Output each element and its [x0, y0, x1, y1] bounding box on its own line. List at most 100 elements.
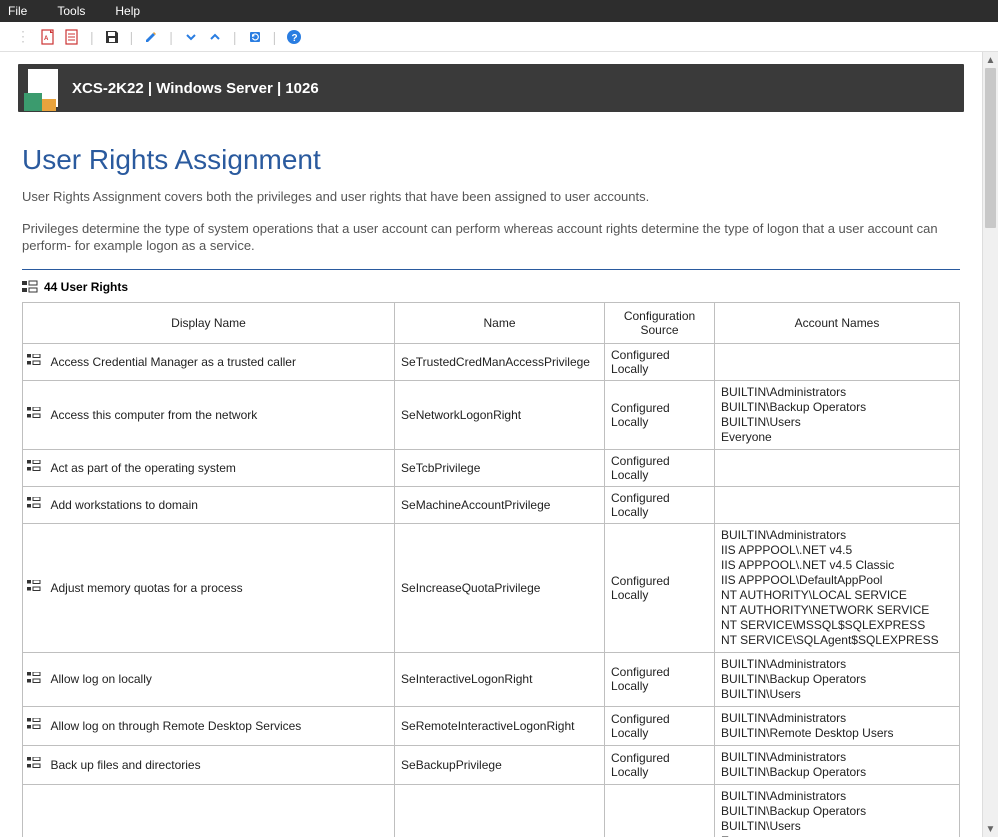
- cell-configuration-source: Configured Locally: [605, 784, 715, 837]
- cell-account-names: BUILTIN\AdministratorsBUILTIN\Backup Ope…: [715, 652, 960, 706]
- vertical-scrollbar[interactable]: ▲ ▼: [982, 52, 998, 837]
- menubar: File Tools Help: [0, 0, 998, 22]
- user-right-icon: [27, 407, 41, 419]
- help-icon[interactable]: ?: [284, 27, 304, 47]
- scroll-up-icon[interactable]: ▲: [983, 52, 998, 68]
- cell-display-name: Adjust memory quotas for a process: [45, 523, 395, 652]
- rights-section-icon: [22, 280, 38, 294]
- section-count-label: 44 User Rights: [44, 280, 128, 294]
- server-logo-icon: [28, 69, 58, 107]
- user-rights-table: Display Name Name Configuration Source A…: [22, 302, 960, 837]
- table-row[interactable]: Access Credential Manager as a trusted c…: [23, 343, 960, 380]
- row-icon-cell: [23, 343, 45, 380]
- cell-display-name: Back up files and directories: [45, 745, 395, 784]
- cell-display-name: Access this computer from the network: [45, 380, 395, 449]
- cell-configuration-source: Configured Locally: [605, 449, 715, 486]
- svg-text:?: ?: [292, 33, 298, 44]
- cell-display-name: Act as part of the operating system: [45, 449, 395, 486]
- cell-name: SeChangeNotifyPrivilege: [395, 784, 605, 837]
- cell-account-names: BUILTIN\AdministratorsBUILTIN\Remote Des…: [715, 706, 960, 745]
- table-row[interactable]: Act as part of the operating systemSeTcb…: [23, 449, 960, 486]
- table-row[interactable]: Bypass traverse checkingSeChangeNotifyPr…: [23, 784, 960, 837]
- pdf-icon[interactable]: A: [38, 27, 58, 47]
- col-name[interactable]: Name: [395, 302, 605, 343]
- scroll-thumb[interactable]: [985, 68, 996, 228]
- toolbar-separator: |: [273, 29, 277, 45]
- cell-configuration-source: Configured Locally: [605, 652, 715, 706]
- row-icon-cell: [23, 449, 45, 486]
- table-header-row: Display Name Name Configuration Source A…: [23, 302, 960, 343]
- row-icon-cell: [23, 486, 45, 523]
- table-row[interactable]: Back up files and directoriesSeBackupPri…: [23, 745, 960, 784]
- cell-account-names: [715, 343, 960, 380]
- col-display-name[interactable]: Display Name: [23, 302, 395, 343]
- cell-name: SeTrustedCredManAccessPrivilege: [395, 343, 605, 380]
- section-heading: 44 User Rights: [22, 276, 960, 302]
- page-title: User Rights Assignment: [22, 144, 960, 176]
- toolbar-separator: |: [169, 29, 173, 45]
- table-row[interactable]: Allow log on locallySeInteractiveLogonRi…: [23, 652, 960, 706]
- cell-configuration-source: Configured Locally: [605, 706, 715, 745]
- cell-name: SeMachineAccountPrivilege: [395, 486, 605, 523]
- document-body: User Rights Assignment User Rights Assig…: [18, 112, 964, 837]
- svg-text:A: A: [44, 36, 49, 42]
- cell-name: SeInteractiveLogonRight: [395, 652, 605, 706]
- menu-help[interactable]: Help: [115, 4, 140, 18]
- cell-name: SeTcbPrivilege: [395, 449, 605, 486]
- user-right-icon: [27, 460, 41, 472]
- toolbar-separator: ⋮: [16, 28, 30, 45]
- table-row[interactable]: Access this computer from the networkSeN…: [23, 380, 960, 449]
- toolbar-separator: |: [90, 29, 94, 45]
- cell-display-name: Access Credential Manager as a trusted c…: [45, 343, 395, 380]
- cell-configuration-source: Configured Locally: [605, 523, 715, 652]
- edit-icon[interactable]: [141, 27, 161, 47]
- toolbar-separator: |: [130, 29, 134, 45]
- scroll-down-icon[interactable]: ▼: [983, 821, 998, 837]
- doc-icon[interactable]: [62, 27, 82, 47]
- refresh-icon[interactable]: [245, 27, 265, 47]
- cell-configuration-source: Configured Locally: [605, 486, 715, 523]
- col-account-names[interactable]: Account Names: [715, 302, 960, 343]
- cell-display-name: Allow log on locally: [45, 652, 395, 706]
- cell-account-names: [715, 449, 960, 486]
- collapse-up-icon[interactable]: [205, 27, 225, 47]
- row-icon-cell: [23, 745, 45, 784]
- toolbar: ⋮ A | | | | | ?: [0, 22, 998, 52]
- user-right-icon: [27, 580, 41, 592]
- table-row[interactable]: Add workstations to domainSeMachineAccou…: [23, 486, 960, 523]
- row-icon-cell: [23, 380, 45, 449]
- row-icon-cell: [23, 706, 45, 745]
- cell-account-names: BUILTIN\AdministratorsBUILTIN\Backup Ope…: [715, 380, 960, 449]
- menu-file[interactable]: File: [8, 4, 27, 18]
- intro-paragraph-2: Privileges determine the type of system …: [22, 220, 960, 255]
- col-configuration-source[interactable]: Configuration Source: [605, 302, 715, 343]
- cell-display-name: Bypass traverse checking: [45, 784, 395, 837]
- cell-account-names: BUILTIN\AdministratorsBUILTIN\Backup Ope…: [715, 745, 960, 784]
- row-icon-cell: [23, 523, 45, 652]
- expand-down-icon[interactable]: [181, 27, 201, 47]
- cell-name: SeNetworkLogonRight: [395, 380, 605, 449]
- cell-account-names: [715, 486, 960, 523]
- report-header-title: XCS-2K22 | Windows Server | 1026: [72, 80, 319, 97]
- cell-account-names: BUILTIN\AdministratorsBUILTIN\Backup Ope…: [715, 784, 960, 837]
- cell-name: SeRemoteInteractiveLogonRight: [395, 706, 605, 745]
- row-icon-cell: [23, 652, 45, 706]
- content-area: XCS-2K22 | Windows Server | 1026 User Ri…: [0, 52, 982, 837]
- user-right-icon: [27, 757, 41, 769]
- table-row[interactable]: Allow log on through Remote Desktop Serv…: [23, 706, 960, 745]
- user-right-icon: [27, 497, 41, 509]
- cell-name: SeIncreaseQuotaPrivilege: [395, 523, 605, 652]
- cell-display-name: Add workstations to domain: [45, 486, 395, 523]
- table-row[interactable]: Adjust memory quotas for a processSeIncr…: [23, 523, 960, 652]
- cell-name: SeBackupPrivilege: [395, 745, 605, 784]
- cell-configuration-source: Configured Locally: [605, 380, 715, 449]
- save-icon[interactable]: [102, 27, 122, 47]
- user-right-icon: [27, 672, 41, 684]
- report-header: XCS-2K22 | Windows Server | 1026: [18, 64, 964, 112]
- toolbar-separator: |: [233, 29, 237, 45]
- menu-tools[interactable]: Tools: [57, 4, 85, 18]
- cell-configuration-source: Configured Locally: [605, 745, 715, 784]
- cell-configuration-source: Configured Locally: [605, 343, 715, 380]
- user-right-icon: [27, 354, 41, 366]
- cell-display-name: Allow log on through Remote Desktop Serv…: [45, 706, 395, 745]
